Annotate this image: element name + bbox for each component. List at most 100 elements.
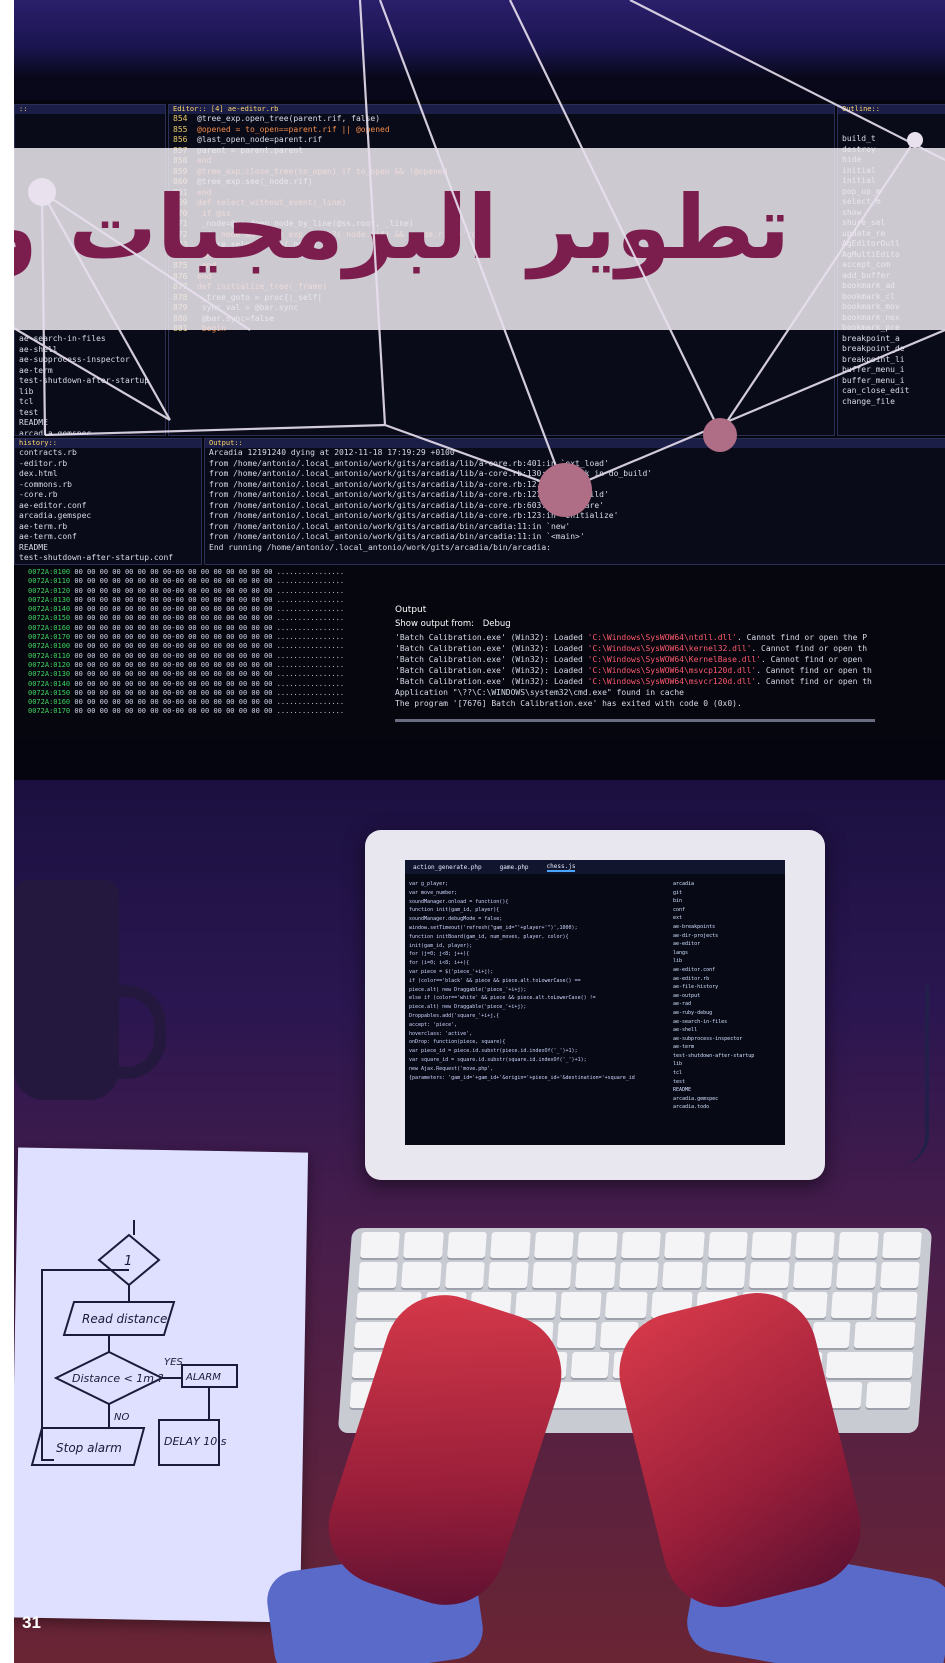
tablet-code-line: piece.alt) new Draggable('piece_'+i+j);	[409, 1004, 527, 1011]
hex-bytes: 00 00 00 00 00 00 00 00-00 00 00 00 00 0…	[70, 605, 273, 614]
hex-row: 0072A:0100 00 00 00 00 00 00 00 00-00 00…	[26, 642, 386, 651]
tablet-tree-item: README	[673, 1087, 692, 1094]
hex-ascii: ................	[272, 595, 345, 604]
hex-ascii: ................	[272, 707, 345, 716]
code-line: 854 @tree_exp.open_tree(parent.rif, false…	[169, 114, 834, 125]
vs-text: 'Batch Calibration.exe' (Win32): Loaded	[395, 666, 588, 675]
vs-output-line: 'Batch Calibration.exe' (Win32): Loaded …	[395, 665, 945, 676]
history-item: README	[19, 542, 48, 552]
loop-line	[41, 1269, 129, 1461]
hex-row: 0072A:0110 00 00 00 00 00 00 00 00-00 00…	[26, 577, 386, 586]
hex-ascii: ................	[272, 586, 345, 595]
tablet-code-line: else if (color=='white' && piece && piec…	[409, 995, 596, 1002]
hex-address: 0072A:0110	[28, 577, 71, 586]
hex-row: 0072A:0130 00 00 00 00 00 00 00 00-00 00…	[26, 670, 386, 679]
history-item: test-shutdown-after-startup.conf	[19, 553, 174, 562]
tablet-code-line: accept: 'piece',	[409, 1021, 458, 1028]
vs-path: 'C:\Windows\SysWOW64\ntdll.dll'	[587, 633, 737, 642]
tablet-tree-item: ae-subprocess-inspector	[673, 1035, 743, 1042]
tablet-code-line: function init(gam_id, player){	[409, 907, 500, 914]
file-item: README	[19, 418, 48, 427]
hex-row: 0072A:0140 00 00 00 00 00 00 00 00-00 00…	[26, 605, 386, 614]
hex-address: 0072A:0110	[28, 651, 71, 660]
hex-address: 0072A:0170	[28, 707, 71, 716]
stop-label: Stop alarm	[56, 1441, 122, 1455]
line-number: 854	[173, 114, 188, 123]
output-line: from /home/antonio/.local_antonio/work/g…	[209, 490, 609, 499]
hex-bytes: 00 00 00 00 00 00 00 00-00 00 00 00 00 0…	[70, 595, 273, 604]
hex-ascii: ................	[272, 670, 345, 679]
history-item: -editor.rb	[19, 458, 68, 468]
hex-row: 0072A:0170 00 00 00 00 00 00 00 00-00 00…	[26, 633, 386, 642]
show-from-value: Debug	[482, 619, 511, 629]
page-number: 31	[22, 1613, 41, 1632]
outline-item: change_file	[842, 396, 895, 406]
output-line: from /home/antonio/.local_antonio/work/g…	[209, 479, 590, 489]
hex-address: 0072A:0130	[28, 595, 71, 604]
code-text: @last_open_node=parent.rif	[197, 135, 323, 144]
delay-label: DELAY 10 s	[164, 1435, 227, 1448]
vs-text: The program '[7676] Batch Calibration.ex…	[395, 699, 742, 708]
start-label: 1	[124, 1254, 132, 1269]
history-item: ae-term.conf	[19, 532, 77, 541]
hex-bytes: 00 00 00 00 00 00 00 00-00 00 00 00 00 0…	[70, 707, 273, 716]
output-line: from /home/antonio/.local_antonio/work/g…	[209, 469, 653, 478]
code-text: @tree_exp.open_tree(parent.rif, false)	[197, 114, 381, 123]
vs-path: 'C:\Windows\SysWOW64\msvcr120d.dll'	[587, 677, 757, 686]
eyeglasses	[895, 985, 929, 1165]
tablet-code-line: onDrop: function(piece, square){	[409, 1039, 506, 1046]
vs-output-line: 'Batch Calibration.exe' (Win32): Loaded …	[395, 632, 945, 643]
vs-text: 'Batch Calibration.exe' (Win32): Loaded	[395, 677, 588, 686]
vs-path: 'C:\Windows\SysWOW64\msvcp120d.dll'	[587, 666, 757, 675]
file-item: ae-subprocess-inspector	[19, 355, 130, 364]
outline-item: breakpoint_a	[842, 333, 900, 343]
vs-path: 'C:\Windows\SysWOW64\kernel32.dll'	[587, 644, 752, 653]
outline-item: buffer_menu_i	[842, 375, 905, 385]
tablet-code-line: var move_number;	[409, 889, 458, 896]
tablet-tree-item: arcadia.todo	[673, 1104, 710, 1111]
hex-address: 0072A:0100	[28, 568, 71, 576]
tablet-code-line: var square_id = square.id.substr(square.…	[409, 1056, 587, 1063]
file-item: test	[19, 407, 39, 417]
tablet-tree-item: ae-output	[673, 992, 701, 999]
line-number: 856	[173, 135, 188, 144]
outline-item: buffer_menu_i	[842, 365, 905, 374]
hex-ascii: ................	[272, 698, 345, 707]
vs-text: 'Batch Calibration.exe' (Win32): Loaded	[395, 633, 588, 642]
vs-output-panel: Output Show output from: Debug 'Batch Ca…	[395, 605, 945, 730]
hex-bytes: 00 00 00 00 00 00 00 00-00 00 00 00 00 0…	[70, 614, 273, 623]
vs-path: 'C:\Windows\SysWOW64\KernelBase.dll'	[587, 655, 762, 664]
tablet-tree-item: git	[673, 889, 683, 896]
hex-bytes: 00 00 00 00 00 00 00 00-00 00 00 00 00 0…	[70, 642, 273, 651]
output-line: from /home/antonio/.local_antonio/work/g…	[209, 532, 585, 541]
read-label: Read distance	[82, 1312, 167, 1326]
tablet-tab: chess.js	[546, 862, 576, 872]
vs-text: Application "\??\C:\WINDOWS\system32\cmd…	[395, 688, 684, 697]
hex-bytes: 00 00 00 00 00 00 00 00-00 00 00 00 00 0…	[70, 670, 273, 679]
show-from-label: Show output from:	[395, 619, 475, 629]
tablet-tree-item: ext	[673, 915, 683, 922]
vs-output-lines: 'Batch Calibration.exe' (Win32): Loaded …	[395, 632, 945, 709]
tablet-tree-item: conf	[673, 906, 686, 913]
output-pane: Output:: Arcadia 12191240 dying at 2012-…	[204, 438, 945, 565]
line-number: 855	[173, 124, 188, 134]
decision-label: Distance < 1m ?	[72, 1372, 164, 1385]
hex-row: 0072A:0170 00 00 00 00 00 00 00 00-00 00…	[26, 707, 386, 716]
file-item: ae-term	[19, 365, 53, 375]
vs-output-line: The program '[7676] Batch Calibration.ex…	[395, 698, 945, 709]
hex-bytes: 00 00 00 00 00 00 00 00-00 00 00 00 00 0…	[70, 586, 273, 595]
file-item: ae-search-in-files	[19, 334, 106, 343]
hex-ascii: ................	[272, 688, 345, 697]
tablet-tree-item: tcl	[673, 1070, 683, 1077]
files-pane-header: ::	[15, 105, 165, 114]
tablet-tree-item: langs	[673, 949, 689, 956]
hex-ascii: ................	[272, 623, 345, 632]
file-item: lib	[19, 386, 34, 396]
vs-text: . Cannot find or open th	[756, 666, 872, 675]
code-line: 856 @last_open_node=parent.rif	[169, 135, 834, 146]
hex-bytes: 00 00 00 00 00 00 00 00-00 00 00 00 00 0…	[70, 633, 273, 642]
flowchart: 1 Read distance Distance < 1m ? YES NO A…	[30, 1220, 238, 1466]
tablet-code-line: function initBoard(gam_id, num_moves, pl…	[409, 933, 569, 940]
tablet-tree-item: ae-shell	[673, 1027, 698, 1034]
tablet-tree-item: test	[673, 1078, 686, 1085]
